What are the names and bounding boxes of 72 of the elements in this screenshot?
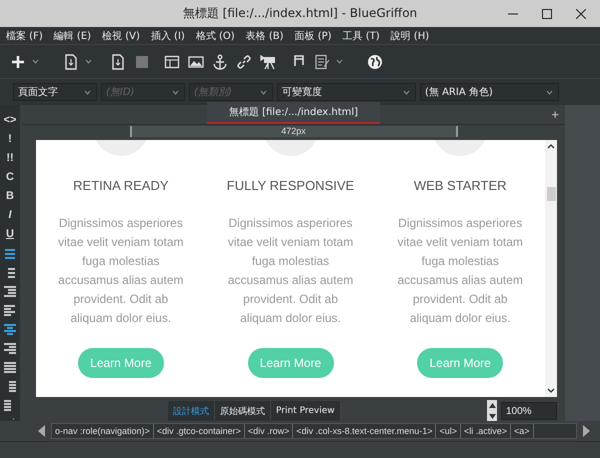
align-right-icon[interactable] bbox=[3, 342, 17, 356]
format-button[interactable]: <> bbox=[4, 113, 16, 128]
menu-item[interactable]: 面板 (P) bbox=[294, 28, 332, 42]
breadcrumb-item[interactable]: <a> bbox=[511, 424, 534, 438]
breadcrumb-item[interactable]: o-nav :role(navigation)> bbox=[52, 424, 154, 438]
menu-item[interactable]: 說明 (H) bbox=[390, 28, 430, 42]
caret-icon bbox=[84, 90, 91, 95]
dropdown[interactable]: (無 ARIA 角色) bbox=[420, 83, 559, 101]
menu-item[interactable]: 表格 (B) bbox=[246, 28, 284, 42]
format-button[interactable]: !! bbox=[6, 151, 14, 166]
stop-icon[interactable] bbox=[134, 54, 150, 70]
breadcrumb-item[interactable]: <ul> bbox=[436, 424, 461, 438]
menu-item[interactable]: 格式 (O) bbox=[196, 28, 235, 42]
breadcrumb-item[interactable]: <div .gtco-container> bbox=[154, 424, 245, 438]
feature-description: Dignissimos asperiores vitae velit veniam totam fuga molestias accusamus alias autem provident. Odit ab aliquam dolor eius. bbox=[397, 215, 523, 327]
anchor-icon[interactable] bbox=[212, 54, 228, 70]
form-icon[interactable] bbox=[314, 54, 330, 70]
scrollbar[interactable] bbox=[545, 140, 557, 397]
align-center-icon[interactable] bbox=[3, 322, 17, 336]
menu-item[interactable]: 檢視 (V) bbox=[102, 28, 140, 42]
window-title: 無標題 [file:/.../index.html] - BlueGriffon bbox=[182, 5, 418, 22]
caret-icon bbox=[172, 90, 179, 95]
globe-icon[interactable] bbox=[367, 54, 383, 70]
feature-description: Dignissimos asperiores vitae velit veniam totam fuga molestias accusamus alias autem provident. Odit ab aliquam dolor eius. bbox=[58, 215, 184, 327]
table-icon[interactable] bbox=[164, 54, 180, 70]
feature-heading: WEB STARTER bbox=[414, 178, 507, 193]
format-button[interactable]: C bbox=[6, 170, 14, 185]
document-tab[interactable]: 無標題 [file:/.../index.html] bbox=[206, 102, 380, 124]
scroll-up-icon[interactable] bbox=[547, 144, 555, 149]
bullet-list-icon[interactable] bbox=[3, 246, 17, 260]
maximize-icon[interactable] bbox=[542, 9, 552, 19]
outdent-icon[interactable] bbox=[3, 284, 17, 298]
caret-icon bbox=[260, 90, 267, 95]
menu-item[interactable]: 編輯 (E) bbox=[54, 28, 92, 42]
width-ruler: 472px bbox=[130, 126, 458, 137]
feature-heading: RETINA READY bbox=[73, 178, 169, 193]
feature-heading: FULLY RESPONSIVE bbox=[226, 178, 354, 193]
scroll-right-icon[interactable] bbox=[583, 425, 590, 437]
scroll-left-icon[interactable] bbox=[38, 425, 45, 437]
feature-description: Dignissimos asperiores vitae velit veniam totam fuga molestias accusamus alias autem provident. Odit ab aliquam dolor eius. bbox=[228, 215, 354, 327]
scrollbar-thumb[interactable] bbox=[546, 186, 556, 200]
format-button[interactable]: B bbox=[6, 189, 14, 204]
zoom-spinner[interactable] bbox=[487, 400, 497, 422]
caret-icon bbox=[546, 90, 553, 95]
caret-icon[interactable] bbox=[32, 59, 39, 64]
caret-icon[interactable] bbox=[85, 59, 92, 64]
document-icon[interactable] bbox=[63, 54, 79, 70]
caret-icon bbox=[403, 90, 410, 95]
caret-icon[interactable] bbox=[336, 59, 343, 64]
scroll-down-icon[interactable] bbox=[547, 388, 555, 393]
breadcrumb-item[interactable]: <li .active> bbox=[461, 424, 512, 438]
breadcrumb-item[interactable]: <div .row> bbox=[244, 424, 294, 438]
video-icon[interactable] bbox=[260, 54, 276, 70]
menu-item[interactable]: 檔案 (F) bbox=[6, 28, 43, 42]
align-left-icon[interactable] bbox=[3, 304, 17, 318]
new-tab-button[interactable]: + bbox=[551, 107, 559, 122]
zoom-dropdown[interactable]: 100% bbox=[501, 402, 557, 420]
dropdown[interactable]: 頁面文字 bbox=[13, 83, 97, 101]
close-icon[interactable] bbox=[576, 9, 586, 19]
image-icon[interactable] bbox=[188, 54, 204, 70]
format-button[interactable]: ! bbox=[8, 132, 12, 147]
link-icon[interactable] bbox=[236, 54, 252, 70]
justify-icon[interactable] bbox=[3, 360, 17, 374]
menu-item[interactable]: 工具 (T) bbox=[342, 28, 380, 42]
format-button[interactable]: I bbox=[8, 208, 12, 223]
plus-icon[interactable] bbox=[10, 54, 26, 70]
view-mode-tab[interactable]: 設計模式 bbox=[168, 400, 215, 422]
format-button[interactable]: U bbox=[6, 227, 14, 242]
menu-item[interactable]: 插入 (I) bbox=[150, 28, 185, 42]
dropdown[interactable]: 可變寬度 bbox=[277, 83, 416, 101]
document-icon[interactable] bbox=[110, 54, 126, 70]
breadcrumb-item[interactable]: <div .col-xs-8.text-center.menu-1> bbox=[293, 424, 436, 438]
